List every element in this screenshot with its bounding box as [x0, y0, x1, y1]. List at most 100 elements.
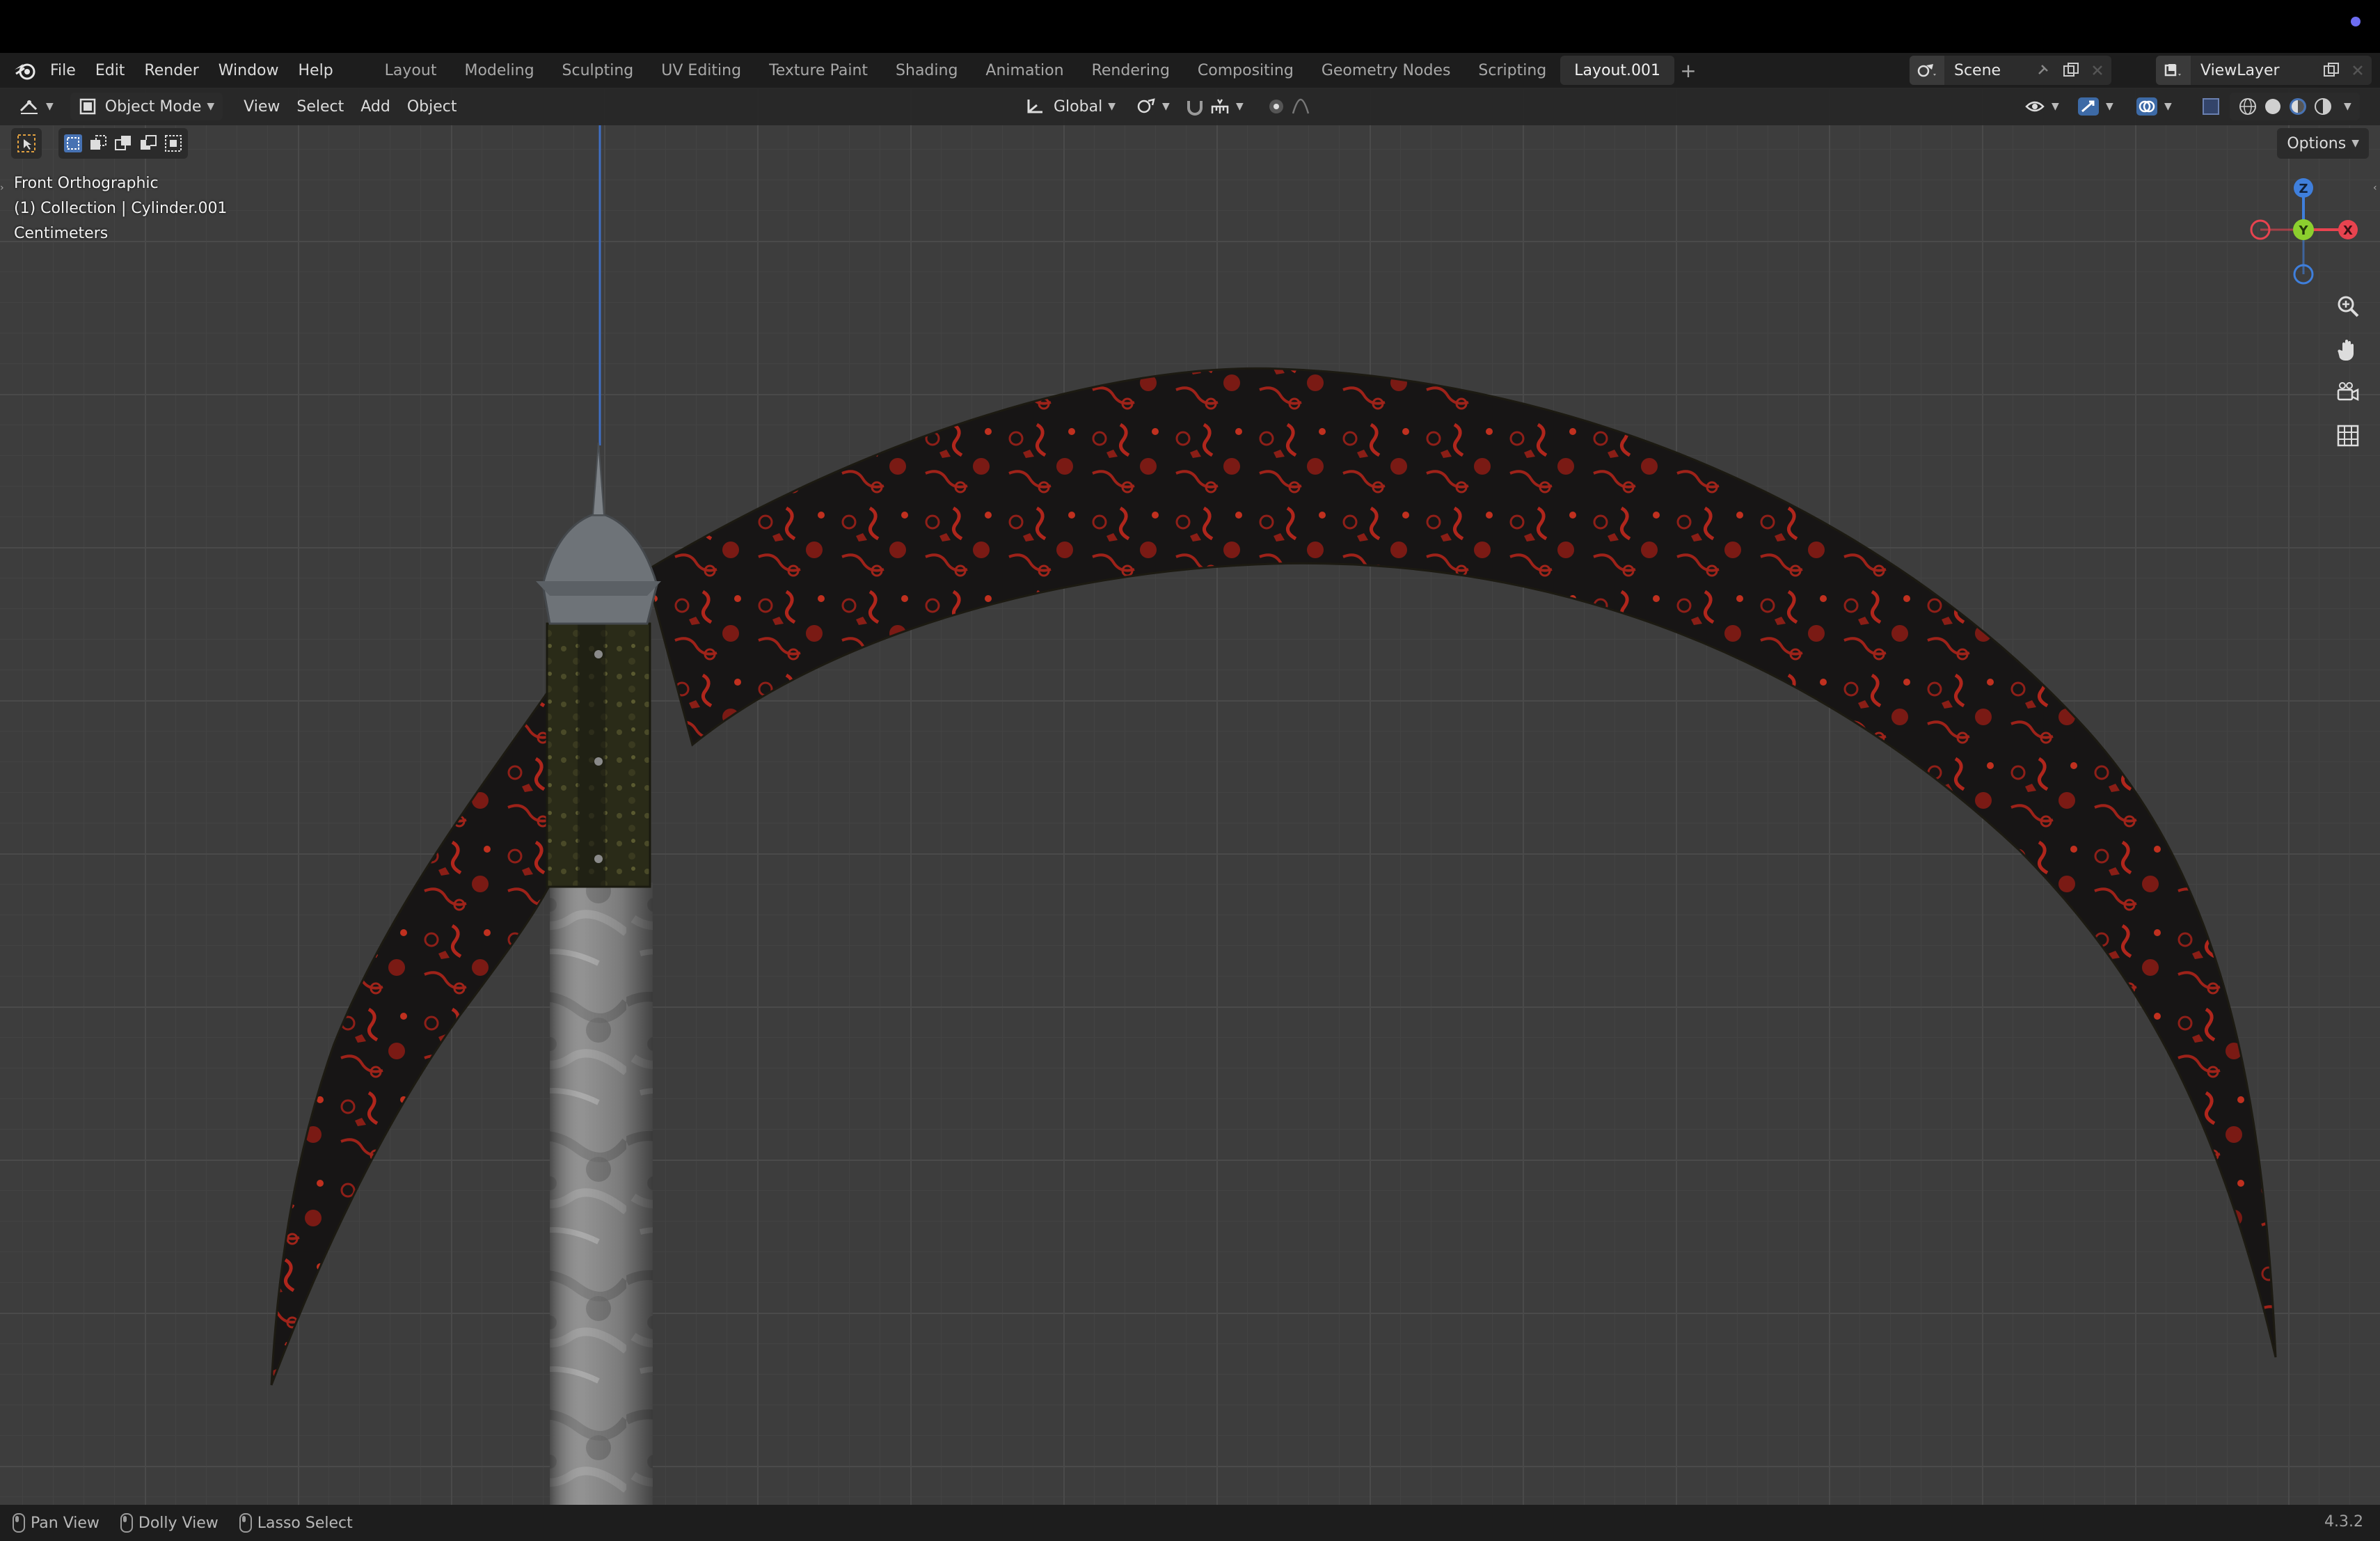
mouse-middle-icon [120, 1513, 133, 1533]
shading-mode-group: ▼ [2230, 93, 2360, 120]
tab-sculpting[interactable]: Sculpting [548, 56, 648, 85]
view-layer-selector[interactable]: ViewLayer [2156, 56, 2372, 85]
xray-icon [2203, 98, 2219, 115]
overlays-icon [2136, 97, 2157, 116]
proportional-editing-toggle[interactable] [1258, 93, 1319, 120]
camera-icon [2337, 382, 2359, 402]
new-scene-icon[interactable] [2063, 62, 2081, 79]
mode-set-icon[interactable] [63, 133, 84, 154]
menu-add[interactable]: Add [352, 93, 399, 120]
menu-select[interactable]: Select [288, 93, 352, 120]
shaft-shading [550, 883, 653, 1505]
tab-scripting[interactable]: Scripting [1464, 56, 1560, 85]
toolbar-toggle-icon[interactable]: › [0, 182, 6, 193]
falloff-curve-icon [1292, 98, 1310, 114]
blade-left[interactable] [270, 686, 558, 1386]
mouse-right-icon [239, 1513, 252, 1533]
overlays-toggle[interactable]: ▼ [2127, 93, 2180, 120]
transform-orientation-dropdown[interactable]: Global ▼ [1016, 93, 1124, 120]
select-box-tool-icon [17, 134, 35, 152]
status-pan-label: Pan View [31, 1514, 100, 1532]
tab-uv-editing[interactable]: UV Editing [647, 56, 755, 85]
snap-toggle[interactable]: ▼ [1176, 93, 1252, 120]
tab-texture-paint[interactable]: Texture Paint [755, 56, 882, 85]
visibility-dropdown[interactable]: ▼ [2015, 93, 2068, 120]
pin-icon[interactable] [2035, 63, 2050, 78]
object-mode-icon [79, 98, 96, 115]
tab-modeling[interactable]: Modeling [450, 56, 548, 85]
sidebar-toggle-icon[interactable]: ‹ [2373, 182, 2380, 193]
status-lasso-label: Lasso Select [257, 1514, 353, 1532]
perspective-toggle-button[interactable] [2329, 419, 2367, 452]
pivot-point-dropdown[interactable]: ▼ [1127, 93, 1178, 120]
menu-help[interactable]: Help [289, 55, 343, 86]
add-workspace-icon[interactable]: + [1674, 56, 1702, 85]
select-tool-button[interactable] [11, 128, 42, 159]
material-preview-icon[interactable] [2288, 97, 2308, 116]
tab-geometry-nodes[interactable]: Geometry Nodes [1308, 56, 1465, 85]
mouse-left-icon [13, 1513, 25, 1533]
gizmo-toggle[interactable]: ▼ [2068, 93, 2122, 120]
mode-extend-icon[interactable] [88, 133, 109, 154]
status-dolly-view: Dolly View [120, 1513, 219, 1533]
options-dropdown[interactable]: Options ▼ [2277, 128, 2369, 159]
cap[interactable] [541, 514, 658, 625]
view-layer-icon[interactable] [2156, 56, 2191, 85]
status-dolly-label: Dolly View [138, 1514, 219, 1532]
3d-viewport[interactable] [0, 88, 2380, 1505]
tab-compositing[interactable]: Compositing [1184, 56, 1308, 85]
snap-target-icon [1211, 99, 1229, 113]
rendered-shading-icon[interactable] [2313, 97, 2333, 116]
delete-scene-icon[interactable] [2091, 63, 2104, 77]
scythe-model[interactable] [0, 88, 2380, 1505]
shading-dropdown-chevron[interactable]: ▼ [2344, 101, 2351, 112]
tab-shading[interactable]: Shading [882, 56, 971, 85]
rivet [594, 650, 603, 658]
pan-button[interactable] [2329, 333, 2367, 366]
tab-layout[interactable]: Layout [371, 56, 451, 85]
status-dot-icon [2351, 17, 2361, 26]
selection-mode-group [58, 128, 188, 159]
scene-icon[interactable] [1910, 56, 1944, 85]
menu-object[interactable]: Object [399, 93, 466, 120]
mode-intersect-icon[interactable] [163, 133, 184, 154]
mode-dropdown[interactable]: Object Mode ▼ [70, 93, 223, 120]
view-name: Front Orthographic [14, 175, 159, 192]
editor-type-button[interactable]: ▼ [10, 93, 62, 120]
new-view-layer-icon[interactable] [2323, 62, 2341, 79]
scene-name[interactable]: Scene [1954, 62, 2001, 79]
xray-toggle[interactable] [2192, 93, 2230, 120]
orientation-icon [1027, 100, 1042, 113]
menu-file[interactable]: File [40, 55, 86, 86]
menu-view[interactable]: View [235, 93, 288, 120]
editor-type-icon [19, 100, 38, 114]
scene-units: Centimeters [14, 225, 109, 242]
grid-icon [2337, 425, 2359, 447]
menu-render[interactable]: Render [134, 55, 208, 86]
tab-animation[interactable]: Animation [971, 56, 1077, 85]
mode-label: Object Mode [104, 97, 202, 116]
menu-edit[interactable]: Edit [86, 55, 135, 86]
blade-right[interactable] [644, 367, 2277, 1358]
blender-logo-icon[interactable] [10, 55, 40, 86]
tab-layout-001[interactable]: Layout.001 [1560, 56, 1675, 85]
mode-subtract-icon[interactable] [113, 133, 134, 154]
wireframe-shading-icon[interactable] [2238, 97, 2258, 116]
menu-window[interactable]: Window [209, 55, 289, 86]
view-layer-name[interactable]: ViewLayer [2200, 62, 2280, 79]
zoom-button[interactable] [2329, 290, 2367, 323]
camera-view-button[interactable] [2329, 376, 2367, 409]
scene-selector[interactable]: Scene [1910, 56, 2111, 85]
mode-difference-icon[interactable] [138, 133, 159, 154]
status-bar: Pan View Dolly View Lasso Select 4.3.2 [0, 1505, 2380, 1541]
solid-shading-icon[interactable] [2263, 97, 2283, 116]
cap-rim [536, 581, 661, 596]
delete-view-layer-icon[interactable] [2351, 63, 2365, 77]
version-label: 4.3.2 [2324, 1513, 2363, 1531]
snap-magnet-icon [1187, 101, 1203, 116]
viewport-header: ▼ Object Mode ▼ View Select Add Object G… [0, 88, 2380, 125]
top-menu-bar: File Edit Render Window Help Layout Mode… [0, 53, 2380, 88]
navigation-gizmo[interactable]: Z X Y [2248, 174, 2359, 285]
gizmo-y-label: Y [2298, 223, 2308, 238]
tab-rendering[interactable]: Rendering [1078, 56, 1184, 85]
